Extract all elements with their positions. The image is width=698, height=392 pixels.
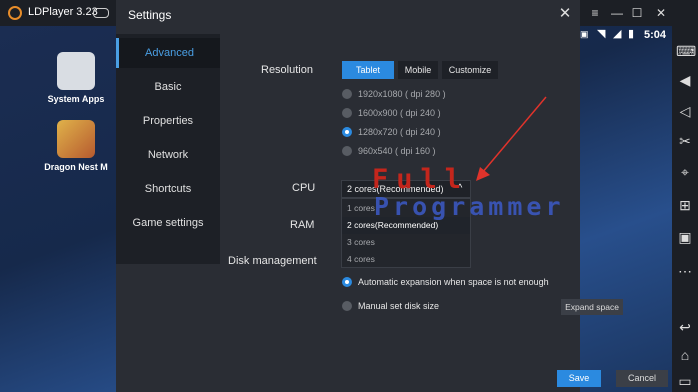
radio-960x540[interactable] [342, 146, 352, 156]
dialog-title: Settings [128, 8, 172, 22]
back-icon[interactable]: ↩ [676, 318, 694, 336]
cpu-select-value: 2 cores(Recommended) [347, 184, 444, 194]
radio-960x540-label: 960x540 ( dpi 160 ) [358, 146, 436, 156]
nav-item-game-settings[interactable]: Game settings [116, 208, 220, 238]
disk-management-label: Disk management [228, 255, 317, 267]
desktop-icon-dragon-nest[interactable]: Dragon Nest M [36, 120, 116, 172]
cpu-select[interactable]: 2 cores(Recommended) ^ [341, 180, 471, 198]
more-icon[interactable]: ⋯ [676, 262, 694, 280]
desktop-icon-system-apps[interactable]: System Apps [36, 52, 116, 104]
status-bar: ▣ ◥ ◢ ▮ 5:04 [580, 26, 672, 46]
menu-icon[interactable]: ≡ [586, 4, 604, 22]
settings-dialog: Settings ✕ Advanced Basic Properties Net… [116, 0, 668, 392]
radio-1280x720-label: 1280x720 ( dpi 240 ) [358, 127, 441, 137]
recent-apps-icon[interactable]: ▭ [676, 372, 694, 390]
volume-up-icon[interactable]: ◀ [676, 71, 694, 89]
keyboard-icon[interactable]: ⌨ [676, 42, 696, 60]
nav-item-advanced[interactable]: Advanced [116, 38, 220, 68]
nav-item-network[interactable]: Network [116, 140, 220, 170]
radio-1600x900[interactable] [342, 108, 352, 118]
cpu-option[interactable]: 4 cores [342, 251, 470, 268]
desktop-icon-label: System Apps [47, 94, 105, 104]
sim-icon: ▣ [580, 29, 589, 39]
cpu-option[interactable]: 3 cores [342, 234, 470, 251]
red-arrow-annotation [476, 96, 547, 181]
desktop-icon-label: Dragon Nest M [44, 162, 108, 172]
maximize-button[interactable]: ☐ [628, 4, 646, 22]
radio-1600x900-label: 1600x900 ( dpi 240 ) [358, 108, 441, 118]
nav-item-basic[interactable]: Basic [116, 72, 220, 102]
nav-item-shortcuts[interactable]: Shortcuts [116, 174, 220, 204]
chevron-up-icon: ^ [457, 183, 463, 194]
tab-tablet[interactable]: Tablet [342, 61, 394, 79]
resolution-label: Resolution [261, 64, 313, 76]
cpu-dropdown-list: 1 cores 2 cores(Recommended) 3 cores 4 c… [341, 198, 471, 268]
radio-1280x720[interactable] [342, 127, 352, 137]
location-icon[interactable]: ⌖ [676, 163, 694, 181]
wifi-icon: ◥ [597, 28, 606, 40]
home-icon[interactable]: ⌂ [676, 346, 694, 364]
manual-disk-size-label: Manual set disk size [358, 301, 440, 311]
cpu-option[interactable]: 2 cores(Recommended) [342, 217, 470, 234]
volume-down-icon[interactable]: ◁ [676, 102, 694, 120]
radio-manual-disk-size[interactable] [342, 301, 352, 311]
scissors-icon[interactable]: ✂ [676, 132, 694, 150]
radio-auto-expansion[interactable] [342, 277, 352, 287]
tab-customize[interactable]: Customize [442, 61, 498, 79]
expand-space-button[interactable]: Expand space [561, 299, 623, 315]
cancel-button[interactable]: Cancel [616, 370, 668, 387]
signal-icon: ◢ [613, 28, 622, 40]
gamepad-icon[interactable] [93, 8, 109, 18]
ldplayer-logo-icon [8, 6, 22, 20]
cpu-label: CPU [292, 182, 316, 194]
screen: LDPlayer 3.23 ≡ — ☐ ✕ ▣ ◥ ◢ ▮ 5:04 Syste… [0, 0, 698, 392]
screenshot-icon[interactable]: ▣ [676, 228, 694, 246]
auto-expansion-label: Automatic expansion when space is not en… [358, 277, 549, 287]
battery-icon: ▮ [628, 28, 635, 40]
close-button[interactable]: ✕ [652, 4, 670, 22]
radio-1920x1080[interactable] [342, 89, 352, 99]
settings-nav: Advanced Basic Properties Network Shortc… [116, 34, 220, 264]
dialog-close-icon[interactable]: ✕ [556, 5, 574, 23]
ram-label: RAM [290, 219, 315, 231]
cpu-option[interactable]: 1 cores [342, 200, 470, 217]
system-apps-icon [57, 52, 95, 90]
radio-1920x1080-label: 1920x1080 ( dpi 280 ) [358, 89, 446, 99]
dragon-nest-icon [57, 120, 95, 158]
app-title: LDPlayer 3.23 [28, 6, 98, 18]
nav-item-properties[interactable]: Properties [116, 106, 220, 136]
add-apk-icon[interactable]: ⊞ [676, 196, 694, 214]
save-button[interactable]: Save [557, 370, 601, 387]
side-toolbar: ⌨ ◀ ◁ ✂ ⌖ ⊞ ▣ ⋯ ↩ ⌂ ▭ [672, 26, 698, 392]
tab-mobile[interactable]: Mobile [398, 61, 438, 79]
clock: 5:04 [644, 29, 667, 41]
dialog-title-bar: Settings ✕ [116, 0, 580, 30]
minimize-button[interactable]: — [608, 4, 626, 22]
